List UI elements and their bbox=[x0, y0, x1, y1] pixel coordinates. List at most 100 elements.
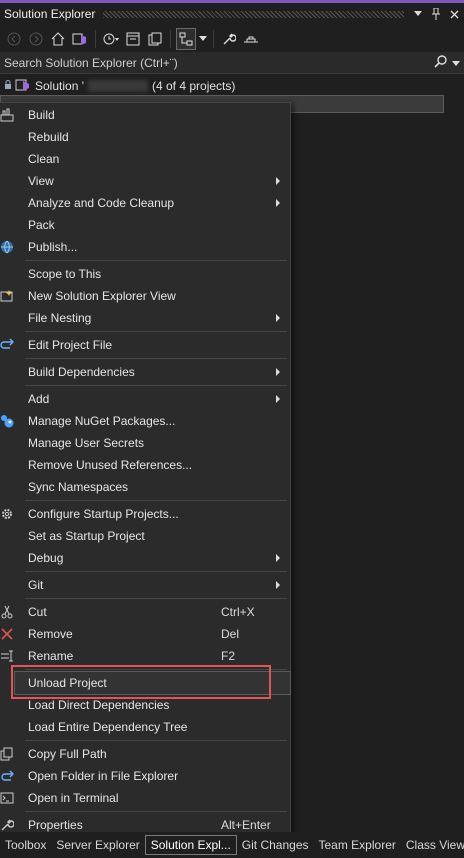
show-all-files-icon[interactable] bbox=[145, 28, 165, 50]
rename-icon bbox=[0, 648, 15, 664]
toolbar-separator bbox=[95, 29, 96, 48]
pin-icon[interactable] bbox=[428, 6, 444, 22]
close-icon[interactable] bbox=[446, 6, 462, 22]
menu-item-load-direct-dependencies[interactable]: Load Direct Dependencies bbox=[0, 694, 290, 716]
separator-line bbox=[25, 740, 287, 741]
menu-item-sync-namespaces[interactable]: Sync Namespaces bbox=[0, 476, 290, 498]
menu-item-remove[interactable]: Remove Del bbox=[0, 623, 290, 645]
separator-line bbox=[25, 598, 287, 599]
menu-item-git[interactable]: Git bbox=[0, 574, 290, 596]
menu-item-set-as-startup-project[interactable]: Set as Startup Project bbox=[0, 525, 290, 547]
submenu-arrow-icon bbox=[276, 581, 280, 589]
search-input[interactable] bbox=[4, 56, 434, 70]
vs-switch-icon[interactable] bbox=[70, 28, 90, 50]
menu-item-label: Load Direct Dependencies bbox=[28, 698, 170, 712]
menu-item-label: Open in Terminal bbox=[28, 791, 119, 805]
separator-line bbox=[25, 811, 287, 812]
search-icon[interactable] bbox=[434, 54, 448, 72]
menu-item-new-solution-explorer-view[interactable]: New Solution Explorer View bbox=[0, 285, 290, 307]
menu-item-manage-user-secrets[interactable]: Manage User Secrets bbox=[0, 432, 290, 454]
menu-item-label: Manage NuGet Packages... bbox=[28, 414, 176, 428]
new-view-icon bbox=[0, 288, 15, 304]
tab-toolbox[interactable]: Toolbox bbox=[0, 835, 51, 855]
menu-item-label: Cut bbox=[28, 605, 47, 619]
lock-icon bbox=[4, 79, 12, 93]
menu-item-load-entire-dependency-tree[interactable]: Load Entire Dependency Tree bbox=[0, 716, 290, 738]
submenu-arrow-icon bbox=[276, 554, 280, 562]
menu-item-open-in-terminal[interactable]: Open in Terminal bbox=[0, 787, 290, 809]
separator-line bbox=[25, 260, 287, 261]
menu-item-shortcut: Alt+Enter bbox=[221, 818, 271, 832]
menu-item-manage-nuget-packages[interactable]: Manage NuGet Packages... bbox=[0, 410, 290, 432]
dropdown-icon[interactable] bbox=[410, 6, 426, 22]
sync-active-document-icon[interactable] bbox=[176, 27, 196, 50]
menu-item-label: Analyze and Code Cleanup bbox=[28, 196, 175, 210]
menu-item-label: Open Folder in File Explorer bbox=[28, 769, 179, 783]
search-options-icon[interactable] bbox=[452, 56, 460, 70]
menu-item-analyze-and-code-cleanup[interactable]: Analyze and Code Cleanup bbox=[0, 192, 290, 214]
remove-x-icon bbox=[0, 626, 15, 642]
tab-server-explorer[interactable]: Server Explorer bbox=[51, 835, 144, 855]
menu-item-rebuild[interactable]: Rebuild bbox=[0, 126, 290, 148]
menu-item-publish[interactable]: Publish... bbox=[0, 236, 290, 258]
home-icon[interactable] bbox=[48, 28, 68, 50]
separator-line bbox=[25, 500, 287, 501]
menu-item-shortcut: Ctrl+X bbox=[221, 605, 255, 619]
menu-item-label: Build Dependencies bbox=[28, 365, 135, 379]
copy-icon bbox=[0, 746, 15, 762]
menu-item-remove-unused-references[interactable]: Remove Unused References... bbox=[0, 454, 290, 476]
chevron-down-icon[interactable] bbox=[198, 28, 208, 50]
menu-item-scope-to-this[interactable]: Scope to This bbox=[0, 263, 290, 285]
menu-item-add[interactable]: Add bbox=[0, 388, 290, 410]
menu-item-label: Scope to This bbox=[28, 267, 102, 281]
menu-item-build[interactable]: Build bbox=[0, 104, 290, 126]
properties-wrench-icon[interactable] bbox=[219, 28, 239, 50]
menu-item-debug[interactable]: Debug bbox=[0, 547, 290, 569]
menu-item-label: Build bbox=[28, 108, 55, 122]
menu-item-open-folder-in-file-explorer[interactable]: Open Folder in File Explorer bbox=[0, 765, 290, 787]
separator-line bbox=[25, 385, 287, 386]
menu-item-edit-project-file[interactable]: Edit Project File bbox=[0, 334, 290, 356]
menu-item-rename[interactable]: Rename F2 bbox=[0, 645, 290, 667]
project-context-menu: Build Rebuild Clean View Analyze and Code Cl… bbox=[0, 102, 291, 838]
history-icon[interactable] bbox=[101, 28, 121, 50]
solution-project-count: (4 of 4 projects) bbox=[152, 79, 236, 93]
tab-solution-explorer[interactable]: Solution Expl... bbox=[144, 835, 237, 855]
tab-git-changes[interactable]: Git Changes bbox=[237, 835, 314, 855]
menu-item-clean[interactable]: Clean bbox=[0, 148, 290, 170]
menu-item-view[interactable]: View bbox=[0, 170, 290, 192]
tab-team-explorer[interactable]: Team Explorer bbox=[314, 835, 401, 855]
tab-class-view[interactable]: Class View bbox=[401, 835, 464, 855]
globe-icon bbox=[0, 239, 15, 255]
nuget-icon bbox=[0, 413, 15, 429]
menu-item-label: Publish... bbox=[28, 240, 78, 254]
menu-item-unload-project[interactable]: Unload Project bbox=[14, 671, 291, 695]
preview-icon[interactable] bbox=[241, 28, 261, 50]
menu-item-file-nesting[interactable]: File Nesting bbox=[0, 307, 290, 329]
menu-item-label: Set as Startup Project bbox=[28, 529, 145, 543]
folder-arrow-icon bbox=[0, 768, 15, 784]
title-bar: Solution Explorer bbox=[0, 3, 464, 25]
solution-label: Solution ' bbox=[35, 79, 84, 93]
separator-line bbox=[25, 669, 287, 670]
toolbar-separator bbox=[213, 29, 214, 48]
menu-item-configure-startup-projects[interactable]: Configure Startup Projects... bbox=[0, 503, 290, 525]
submenu-arrow-icon bbox=[276, 395, 280, 403]
back-icon[interactable] bbox=[4, 28, 24, 50]
menu-item-copy-full-path[interactable]: Copy Full Path bbox=[0, 743, 290, 765]
drag-handle[interactable] bbox=[103, 10, 404, 18]
menu-item-label: Remove bbox=[28, 627, 73, 641]
menu-item-build-dependencies[interactable]: Build Dependencies bbox=[0, 361, 290, 383]
menu-item-label: View bbox=[28, 174, 54, 188]
submenu-arrow-icon bbox=[276, 314, 280, 322]
submenu-arrow-icon bbox=[276, 177, 280, 185]
menu-item-pack[interactable]: Pack bbox=[0, 214, 290, 236]
menu-item-cut[interactable]: Cut Ctrl+X bbox=[0, 601, 290, 623]
collapse-all-icon[interactable] bbox=[123, 28, 143, 50]
forward-icon[interactable] bbox=[26, 28, 46, 50]
separator-line bbox=[25, 571, 287, 572]
menu-item-label: Edit Project File bbox=[28, 338, 113, 352]
menu-item-label: Clean bbox=[28, 152, 60, 166]
build-icon bbox=[0, 107, 15, 123]
solution-node[interactable]: Solution ' (4 of 4 projects) bbox=[0, 75, 464, 97]
